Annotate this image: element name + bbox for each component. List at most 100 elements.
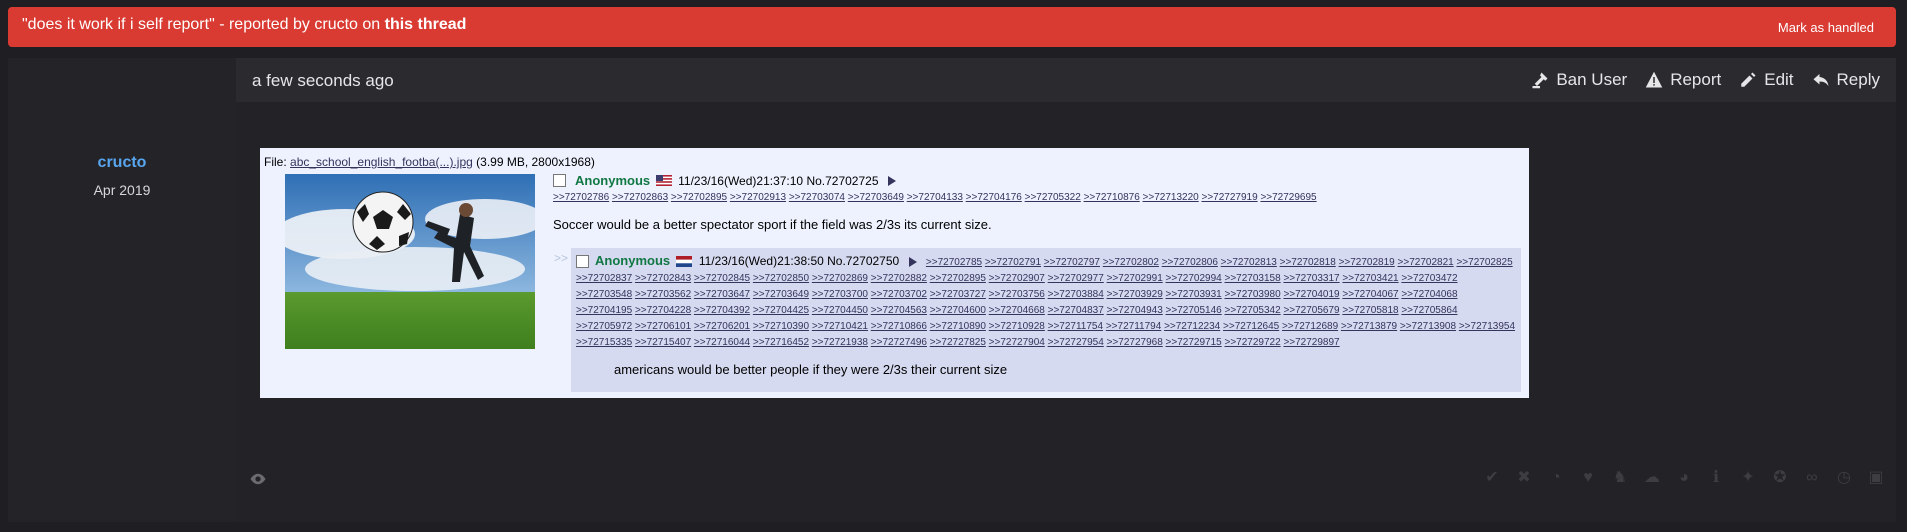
quotelink[interactable]: >>72704195 xyxy=(576,305,632,316)
quotelink[interactable]: >>72704133 xyxy=(907,192,963,203)
quotelink[interactable]: >>72703929 xyxy=(1107,289,1163,300)
thread-link[interactable]: this thread xyxy=(385,16,467,33)
box-icon[interactable]: ▣ xyxy=(1866,468,1886,488)
quotelink[interactable]: >>72716452 xyxy=(753,337,809,348)
quotelink[interactable]: >>72703700 xyxy=(812,289,868,300)
quotelink[interactable]: >>72702869 xyxy=(812,273,868,284)
report-button[interactable]: Report xyxy=(1645,70,1721,90)
quotelink[interactable]: >>72706201 xyxy=(694,321,750,332)
lightbulb-icon[interactable]: ✦ xyxy=(1738,468,1758,488)
quotelink[interactable]: >>72713954 xyxy=(1459,321,1515,332)
quotelink[interactable]: >>72704837 xyxy=(1048,305,1104,316)
info-icon[interactable]: ℹ xyxy=(1706,468,1726,488)
quotelink[interactable]: >>72704425 xyxy=(753,305,809,316)
medal-icon[interactable]: ✪ xyxy=(1770,468,1790,488)
op-menu-arrow-icon[interactable] xyxy=(887,175,896,186)
quotelink[interactable]: >>72703158 xyxy=(1224,273,1280,284)
quotelink[interactable]: >>72705818 xyxy=(1342,305,1398,316)
quotelink[interactable]: >>72702818 xyxy=(1280,257,1336,268)
ban-user-button[interactable]: Ban User xyxy=(1531,70,1627,90)
quotelink[interactable]: >>72702850 xyxy=(753,273,809,284)
quotelink[interactable]: >>72702882 xyxy=(871,273,927,284)
quotelink[interactable]: >>72729695 xyxy=(1260,192,1316,203)
quotelink[interactable]: >>72702977 xyxy=(1048,273,1104,284)
quotelink[interactable]: >>72702785 xyxy=(926,257,982,268)
quotelink[interactable]: >>72712689 xyxy=(1282,321,1338,332)
quotelink[interactable]: >>72704228 xyxy=(635,305,691,316)
quotelink[interactable]: >>72703980 xyxy=(1224,289,1280,300)
reply-menu-arrow-icon[interactable] xyxy=(908,256,917,267)
quotelink[interactable]: >>72702825 xyxy=(1456,257,1512,268)
quotelink[interactable]: >>72703727 xyxy=(930,289,986,300)
quotelink[interactable]: >>72702813 xyxy=(1221,257,1277,268)
quotelink[interactable]: >>72702806 xyxy=(1162,257,1218,268)
quotelink[interactable]: >>72710928 xyxy=(989,321,1045,332)
quotelink[interactable]: >>72715407 xyxy=(635,337,691,348)
quotelink[interactable]: >>72703074 xyxy=(789,192,845,203)
quotelink[interactable]: >>72711794 xyxy=(1106,321,1161,332)
quotelink[interactable]: >>72704019 xyxy=(1283,289,1339,300)
quotelink[interactable]: >>72705146 xyxy=(1166,305,1222,316)
quotelink[interactable]: >>72702797 xyxy=(1044,257,1100,268)
quotelink[interactable]: >>72705972 xyxy=(576,321,632,332)
horse-icon[interactable]: ♞ xyxy=(1610,468,1630,488)
quotelink[interactable]: >>72703702 xyxy=(871,289,927,300)
quotelink[interactable]: >>72713908 xyxy=(1400,321,1456,332)
quotelink[interactable]: >>72704392 xyxy=(694,305,750,316)
quotelink[interactable]: >>72703317 xyxy=(1283,273,1339,284)
quotelink[interactable]: >>72703472 xyxy=(1401,273,1457,284)
glasses-icon[interactable]: ∞ xyxy=(1802,468,1822,488)
quotelink[interactable]: >>72704563 xyxy=(871,305,927,316)
quotelink[interactable]: >>72702843 xyxy=(635,273,691,284)
quotelink[interactable]: >>72704600 xyxy=(930,305,986,316)
reply-button[interactable]: Reply xyxy=(1812,70,1880,90)
quotelink[interactable]: >>72703548 xyxy=(576,289,632,300)
quotelink[interactable]: >>72727919 xyxy=(1201,192,1257,203)
quotelink[interactable]: >>72703884 xyxy=(1048,289,1104,300)
quotelink[interactable]: >>72704176 xyxy=(966,192,1022,203)
edit-button[interactable]: Edit xyxy=(1739,70,1794,90)
quotelink[interactable]: >>72710876 xyxy=(1084,192,1140,203)
rain-cloud-icon[interactable]: ☁ xyxy=(1642,468,1662,488)
quotelink[interactable]: >>72729897 xyxy=(1283,337,1339,348)
quotelink[interactable]: >>72712645 xyxy=(1223,321,1279,332)
quotelink[interactable]: >>72705342 xyxy=(1224,305,1280,316)
quotelink[interactable]: >>72702895 xyxy=(671,192,727,203)
quotelink[interactable]: >>72702895 xyxy=(930,273,986,284)
quotelink[interactable]: >>72702994 xyxy=(1166,273,1222,284)
quotelink[interactable]: >>72715335 xyxy=(576,337,632,348)
quotelink[interactable]: >>72727496 xyxy=(871,337,927,348)
quotelink[interactable]: >>72702837 xyxy=(576,273,632,284)
quotelink[interactable]: >>72712234 xyxy=(1164,321,1220,332)
quotelink[interactable]: >>72704668 xyxy=(989,305,1045,316)
mark-as-handled-button[interactable]: Mark as handled xyxy=(1778,20,1874,35)
quotelink[interactable]: >>72710866 xyxy=(871,321,927,332)
quotelink[interactable]: >>72727968 xyxy=(1107,337,1163,348)
op-select-checkbox[interactable] xyxy=(553,174,566,187)
quotelink[interactable]: >>72703649 xyxy=(848,192,904,203)
quotelink[interactable]: >>72727954 xyxy=(1048,337,1104,348)
heart-icon[interactable]: ♥ xyxy=(1578,468,1598,488)
soccer-thumbnail[interactable] xyxy=(285,174,535,349)
quotelink[interactable]: >>72729722 xyxy=(1224,337,1280,348)
quotelink[interactable]: >>72704068 xyxy=(1401,289,1457,300)
quotelink[interactable]: >>72702791 xyxy=(985,257,1041,268)
quotelink[interactable]: >>72729715 xyxy=(1166,337,1222,348)
quotelink[interactable]: >>72705679 xyxy=(1283,305,1339,316)
quotelink[interactable]: >>72703562 xyxy=(635,289,691,300)
eye-icon[interactable] xyxy=(249,470,267,488)
quotelink[interactable]: >>72710390 xyxy=(753,321,809,332)
quotelink[interactable]: >>72704067 xyxy=(1342,289,1398,300)
quotelink[interactable]: >>72705322 xyxy=(1025,192,1081,203)
quotelink[interactable]: >>72727904 xyxy=(989,337,1045,348)
quotelink[interactable]: >>72710890 xyxy=(930,321,986,332)
quotelink[interactable]: >>72702863 xyxy=(612,192,668,203)
quotelink[interactable]: >>72703649 xyxy=(753,289,809,300)
quotelink[interactable]: >>72705864 xyxy=(1401,305,1457,316)
quotelink[interactable]: >>72702913 xyxy=(730,192,786,203)
check-icon[interactable]: ✔ xyxy=(1482,468,1502,488)
clock-icon[interactable]: ◷ xyxy=(1834,468,1854,488)
quotelink[interactable]: >>72702845 xyxy=(694,273,750,284)
quotelink[interactable]: >>72727825 xyxy=(930,337,986,348)
quotelink[interactable]: >>72706101 xyxy=(635,321,691,332)
